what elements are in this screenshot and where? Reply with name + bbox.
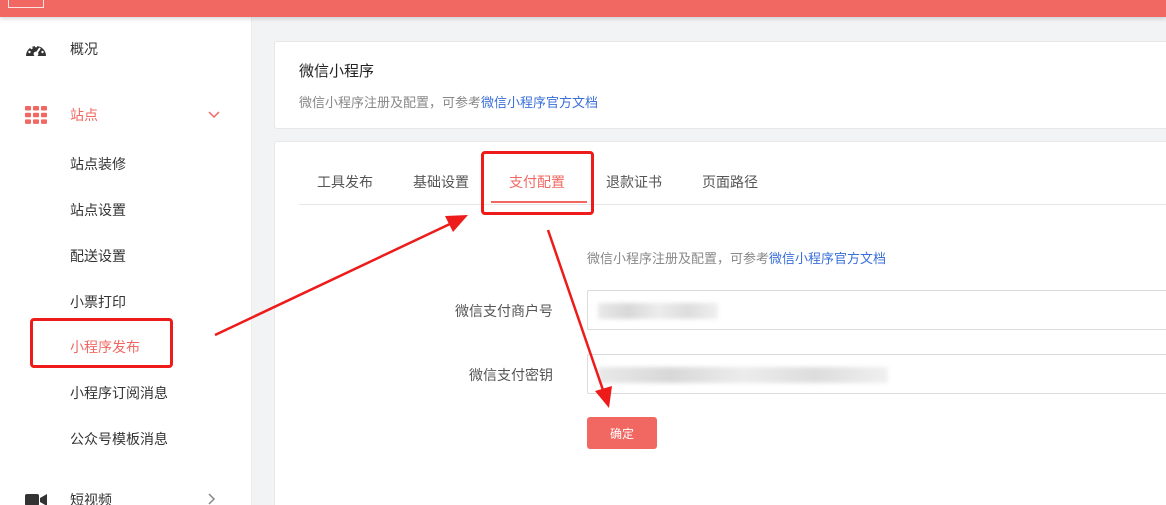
top-bar	[0, 0, 1166, 17]
sidebar-subitem-official-template[interactable]: 公众号模板消息	[0, 421, 252, 457]
sidebar-item-short-video[interactable]: 短视频	[0, 480, 252, 505]
sidebar: 概况 站点 站点装修 站点设置 配送设置 小票打印 小程序发布 小程序订阅消息 …	[0, 17, 252, 505]
tab-bar: 工具发布 基础设置 支付配置 退款证书 页面路径	[299, 142, 1166, 205]
sidebar-subitem-label: 公众号模板消息	[70, 432, 168, 448]
sidebar-subitem-receipt-print[interactable]: 小票打印	[0, 284, 252, 320]
sidebar-subitem-site-decoration[interactable]: 站点装修	[0, 146, 252, 182]
redacted-value	[598, 367, 888, 383]
sidebar-subitem-label: 小程序发布	[70, 340, 140, 356]
header-card: 微信小程序 微信小程序注册及配置，可参考微信小程序官方文档	[274, 41, 1166, 129]
tab-page-path[interactable]: 页面路径	[702, 172, 758, 192]
secret-key-input[interactable]	[587, 354, 1166, 394]
form-description: 微信小程序注册及配置，可参考微信小程序官方文档	[587, 248, 886, 267]
merchant-id-label: 微信支付商户号	[455, 304, 553, 320]
grid-icon	[25, 104, 47, 126]
sidebar-item-overview[interactable]: 概况	[0, 29, 252, 69]
logo[interactable]	[8, 0, 44, 8]
sidebar-subitem-label: 站点设置	[70, 203, 126, 219]
description-text: 微信小程序注册及配置，可参考	[587, 252, 770, 267]
sidebar-subitem-label: 配送设置	[70, 249, 126, 265]
sidebar-subitem-label: 小程序订阅消息	[70, 386, 168, 402]
sidebar-subitem-miniprogram-publish[interactable]: 小程序发布	[0, 329, 252, 365]
description-text: 微信小程序注册及配置，可参考	[299, 96, 482, 111]
sidebar-subitem-site-settings[interactable]: 站点设置	[0, 192, 252, 228]
page-description: 微信小程序注册及配置，可参考微信小程序官方文档	[299, 92, 598, 111]
video-icon	[25, 489, 47, 505]
sidebar-subitem-label: 站点装修	[70, 157, 126, 173]
sidebar-item-label: 短视频	[70, 493, 112, 505]
dashboard-icon	[25, 38, 47, 60]
sidebar-item-label: 概况	[70, 42, 98, 58]
tab-payment-config[interactable]: 支付配置	[509, 172, 565, 192]
secret-key-label: 微信支付密钥	[469, 368, 553, 384]
chevron-down-icon	[208, 108, 220, 122]
confirm-button[interactable]: 确定	[587, 417, 657, 449]
tab-tool-publish[interactable]: 工具发布	[317, 172, 373, 192]
sidebar-subitem-delivery-settings[interactable]: 配送设置	[0, 238, 252, 274]
chevron-right-icon	[208, 492, 216, 505]
active-tab-indicator	[491, 201, 587, 203]
settings-card: 工具发布 基础设置 支付配置 退款证书 页面路径 微信小程序注册及配置，可参考微…	[274, 141, 1166, 505]
sidebar-item-site[interactable]: 站点	[0, 95, 252, 135]
redacted-value	[598, 303, 718, 319]
sidebar-subitem-miniprogram-subscription[interactable]: 小程序订阅消息	[0, 375, 252, 411]
tab-refund-certificate[interactable]: 退款证书	[606, 172, 662, 192]
sidebar-subitem-label: 小票打印	[70, 295, 126, 311]
sidebar-item-label: 站点	[70, 108, 98, 124]
tab-basic-settings[interactable]: 基础设置	[413, 172, 469, 192]
merchant-id-input[interactable]	[587, 290, 1166, 330]
page-title: 微信小程序	[299, 62, 375, 80]
official-docs-link[interactable]: 微信小程序官方文档	[481, 96, 598, 111]
form-official-docs-link[interactable]: 微信小程序官方文档	[769, 252, 886, 267]
